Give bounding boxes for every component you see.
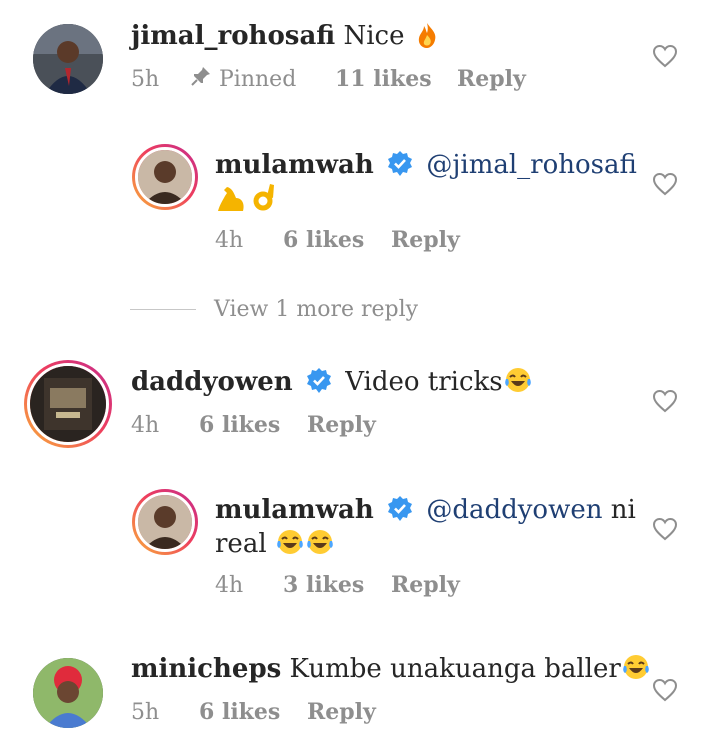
- avatar[interactable]: [132, 144, 198, 210]
- heart-icon[interactable]: [652, 389, 678, 413]
- username[interactable]: mulamwah: [215, 150, 374, 180]
- verified-badge-icon: [386, 150, 414, 187]
- comment-daddyowen: daddyowen Video tricks 4h 6 likes Reply: [0, 355, 720, 470]
- reply-button[interactable]: Reply: [391, 227, 460, 253]
- reply-button[interactable]: Reply: [457, 66, 526, 92]
- heart-icon[interactable]: [652, 517, 678, 541]
- reply-button[interactable]: Reply: [307, 699, 376, 725]
- reply-button[interactable]: Reply: [391, 572, 460, 598]
- comment-text: Nice: [343, 21, 405, 51]
- divider: [130, 308, 196, 310]
- comment-jimal: jimal_rohosafi Nice 5h Pinned 11 likes R…: [0, 0, 720, 130]
- comment-line-2: real: [215, 527, 335, 566]
- verified-badge-icon: [305, 367, 333, 404]
- timestamp: 5h: [131, 66, 160, 92]
- comment-meta: 4h 6 likes Reply: [131, 412, 376, 438]
- avatar[interactable]: [24, 360, 112, 448]
- comment-text: Video tricks: [345, 367, 503, 397]
- timestamp: 4h: [215, 572, 244, 598]
- comment-line: daddyowen Video tricks: [131, 365, 533, 404]
- avatar-image: [138, 150, 192, 204]
- avatar[interactable]: [33, 658, 103, 728]
- emoji-line: [215, 182, 278, 218]
- username[interactable]: jimal_rohosafi: [131, 21, 335, 51]
- comment-meta: 5h Pinned 11 likes Reply: [131, 66, 526, 92]
- pin-icon: [191, 66, 211, 92]
- comment-text-continued: real: [215, 529, 267, 559]
- likes-count[interactable]: 6 likes: [283, 227, 391, 253]
- mention-link[interactable]: @daddyowen: [426, 495, 602, 525]
- tears-of-joy-emoji-icon: [503, 365, 533, 404]
- username[interactable]: daddyowen: [131, 367, 293, 397]
- timestamp: 5h: [131, 699, 160, 725]
- likes-count[interactable]: 11 likes: [335, 66, 457, 92]
- likes-count[interactable]: 3 likes: [283, 572, 391, 598]
- comment-text: Kumbe unakuanga baller: [289, 654, 621, 684]
- avatar-image: [30, 366, 106, 442]
- comment-text: ni: [610, 495, 636, 525]
- comment-meta: 4h 6 likes Reply: [215, 227, 460, 253]
- view-more-replies[interactable]: View 1 more reply: [130, 292, 418, 326]
- comment-line: minicheps Kumbe unakuanga baller: [131, 652, 651, 691]
- timestamp: 4h: [131, 412, 160, 438]
- verified-badge-icon: [386, 495, 414, 532]
- comment-minicheps: minicheps Kumbe unakuanga baller 5h 6 li…: [0, 645, 720, 744]
- timestamp: 4h: [215, 227, 244, 253]
- comment-line: jimal_rohosafi Nice: [131, 19, 441, 58]
- likes-count[interactable]: 6 likes: [199, 412, 307, 438]
- reply-button[interactable]: Reply: [307, 412, 376, 438]
- comment-line: mulamwah @jimal_rohosafi: [215, 148, 637, 187]
- likes-count[interactable]: 6 likes: [199, 699, 307, 725]
- view-more-label[interactable]: View 1 more reply: [214, 297, 418, 322]
- heart-icon[interactable]: [652, 44, 678, 68]
- username[interactable]: mulamwah: [215, 495, 374, 525]
- username[interactable]: minicheps: [131, 654, 281, 684]
- comment-meta: 4h 3 likes Reply: [215, 572, 460, 598]
- tears-of-joy-emoji-icon: [305, 527, 335, 566]
- heart-icon[interactable]: [652, 172, 678, 196]
- mention-link[interactable]: @jimal_rohosafi: [426, 150, 637, 180]
- reply-mulamwah-2: mulamwah @daddyowen ni real 4h 3 likes R…: [0, 485, 720, 615]
- avatar[interactable]: [132, 489, 198, 555]
- ok-hand-emoji-icon: [252, 182, 278, 218]
- tears-of-joy-emoji-icon: [275, 527, 305, 566]
- tears-of-joy-emoji-icon: [621, 652, 651, 691]
- avatar[interactable]: [33, 24, 103, 94]
- pinned-label: Pinned: [219, 66, 297, 92]
- heart-icon[interactable]: [652, 678, 678, 702]
- reply-mulamwah-1: mulamwah @jimal_rohosafi 4h 6 likes Repl…: [0, 140, 720, 290]
- avatar-image: [33, 658, 103, 728]
- fire-emoji-icon: [413, 21, 441, 58]
- avatar-image: [138, 495, 192, 549]
- flexed-biceps-emoji-icon: [215, 184, 247, 218]
- comment-meta: 5h 6 likes Reply: [131, 699, 376, 725]
- avatar-image: [33, 24, 103, 94]
